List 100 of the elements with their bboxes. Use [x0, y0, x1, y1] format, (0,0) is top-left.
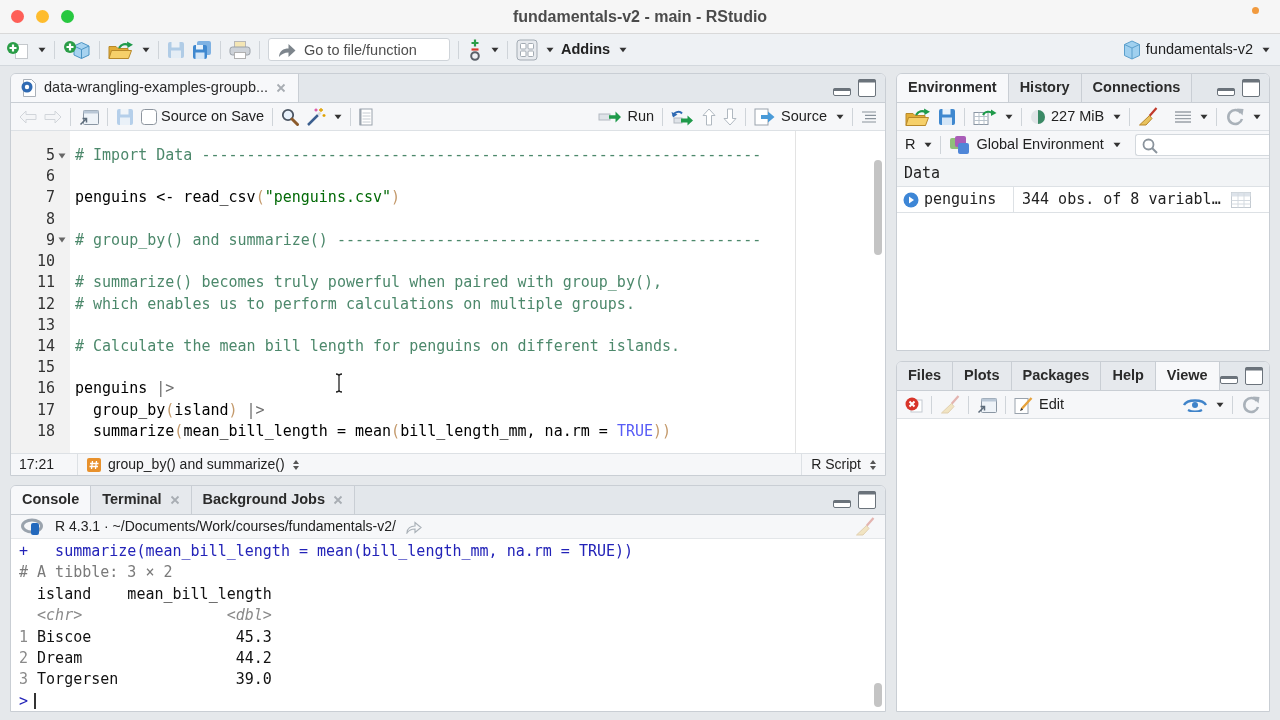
eye-icon[interactable] — [1182, 397, 1208, 412]
code-line: # summarize() becomes truly powerful when paired with group_by(), — [75, 272, 662, 294]
maximize-icon[interactable] — [858, 79, 876, 97]
close-window-icon[interactable] — [11, 10, 24, 23]
go-to-file-field[interactable]: Go to file/function — [268, 38, 450, 61]
indicator-dot-icon — [1252, 7, 1259, 14]
caret-icon[interactable] — [38, 46, 46, 53]
stacked-save-icon[interactable] — [192, 39, 212, 60]
window-arrow-icon[interactable] — [977, 395, 997, 414]
search-icon[interactable] — [281, 107, 300, 126]
line-number: 7 — [44, 187, 55, 209]
scrollbar-thumb[interactable] — [874, 160, 882, 255]
source-button[interactable]: Source — [754, 105, 844, 128]
code-line: penguins |> — [75, 378, 175, 400]
tab[interactable]: data-wrangling-examples-groupb... — [11, 74, 300, 102]
tab[interactable]: Environment — [897, 74, 1009, 102]
caret-icon[interactable] — [142, 46, 150, 53]
share-arrow-icon[interactable] — [405, 519, 422, 534]
refresh-icon[interactable] — [1225, 106, 1245, 127]
up-down-caret-icon — [291, 458, 300, 471]
fold-caret-icon[interactable] — [58, 152, 66, 159]
save-icon[interactable] — [938, 107, 956, 126]
line-number: 16 — [35, 378, 55, 400]
caret-icon[interactable] — [1216, 401, 1224, 408]
code-editor[interactable] — [11, 131, 885, 453]
line-number: 12 — [35, 293, 55, 315]
caret-icon[interactable] — [491, 46, 499, 53]
memory-usage-menu[interactable]: 227 MiB — [1030, 105, 1122, 128]
fold-caret-icon[interactable] — [58, 237, 66, 244]
broom-icon[interactable] — [1138, 106, 1159, 127]
tab[interactable]: Viewe — [1155, 362, 1220, 390]
minimize-icon[interactable] — [1217, 87, 1235, 96]
caret-icon[interactable] — [1112, 141, 1121, 148]
scrollbar-thumb[interactable] — [874, 683, 882, 707]
line-number: 6 — [44, 166, 55, 188]
caret-icon[interactable] — [1262, 46, 1270, 53]
search-icon — [1142, 137, 1158, 154]
remove-icon[interactable] — [905, 396, 923, 413]
line-number: 11 — [35, 272, 55, 294]
folder-icon[interactable] — [108, 40, 134, 59]
up-arrow-icon[interactable] — [702, 107, 717, 126]
magic-wand-icon[interactable] — [306, 106, 327, 127]
line-number: 8 — [44, 208, 55, 230]
checkbox[interactable] — [141, 108, 157, 125]
text-caret-icon — [34, 693, 36, 710]
folder-icon[interactable] — [905, 107, 931, 126]
console-line: <chr> <dbl> — [36, 605, 272, 627]
maximize-icon[interactable] — [858, 491, 876, 509]
table-arrow-icon[interactable] — [973, 108, 997, 125]
caret-icon[interactable] — [1200, 113, 1208, 120]
zoom-window-icon[interactable] — [61, 10, 74, 23]
addins-menu[interactable]: Addins — [561, 38, 628, 61]
run-button[interactable]: Run — [598, 105, 655, 128]
refresh-icon[interactable] — [1241, 394, 1261, 415]
plus-cube-icon[interactable] — [63, 39, 91, 60]
cursor-position: 17:21 — [11, 454, 78, 475]
close-icon[interactable] — [276, 83, 287, 93]
search-field[interactable] — [1135, 133, 1269, 156]
code-line: summarize(mean_bill_length = mean(bill_length_mm, na.rm = TRUE)) — [92, 420, 672, 442]
caret-icon[interactable] — [836, 113, 844, 120]
window-arrow-icon[interactable] — [79, 107, 99, 126]
minimize-icon[interactable] — [833, 499, 851, 508]
console-line: 1 Biscoe 45.3 — [19, 626, 272, 648]
section-menu[interactable]: group_by() and summarize() — [78, 454, 300, 475]
file-type-menu[interactable]: R Script — [801, 454, 885, 475]
code-line: penguins <- read_csv("penguins.csv") — [75, 187, 401, 209]
console-line: > — [19, 690, 29, 711]
caret-icon[interactable] — [619, 46, 628, 53]
plus-document-icon[interactable] — [6, 40, 30, 59]
caret-icon[interactable] — [546, 46, 554, 53]
tab[interactable]: Console — [11, 486, 92, 514]
console-line: 3 Torgersen 39.0 — [19, 669, 272, 691]
language-menu[interactable]: R — [905, 133, 933, 156]
caret-icon[interactable] — [1113, 113, 1122, 120]
grid-icon[interactable] — [516, 38, 538, 61]
caret-icon[interactable] — [1253, 113, 1261, 120]
code-line: # group_by() and summarize() ----------------------------------------------- — [75, 229, 762, 251]
notebook-icon[interactable] — [359, 107, 374, 126]
logo-icon — [21, 517, 45, 536]
maximize-icon[interactable] — [1242, 79, 1260, 97]
cube-icon — [1122, 39, 1141, 60]
minimize-icon[interactable] — [1219, 375, 1238, 384]
down-arrow-icon[interactable] — [723, 107, 738, 126]
plus-minus-icon[interactable] — [467, 38, 483, 61]
line-number: 10 — [35, 251, 55, 273]
list-icon[interactable] — [1174, 109, 1192, 124]
edit-button[interactable]: Edit — [1014, 393, 1064, 416]
mouse-cursor-icon — [335, 373, 343, 393]
up-down-caret-icon — [869, 458, 877, 471]
caret-icon[interactable] — [334, 113, 343, 120]
project-menu[interactable]: fundamentals-v2 — [1122, 38, 1270, 61]
caret-icon[interactable] — [924, 141, 933, 148]
environment-menu[interactable]: Global Environment — [949, 133, 1121, 156]
maximize-icon[interactable] — [1244, 367, 1263, 385]
caret-icon[interactable] — [1005, 113, 1013, 120]
minimize-icon[interactable] — [833, 87, 851, 96]
outline-lines-icon[interactable] — [861, 109, 877, 124]
object-name: penguins — [924, 189, 997, 211]
layers-icon — [949, 134, 972, 155]
printer-icon[interactable] — [229, 40, 251, 59]
